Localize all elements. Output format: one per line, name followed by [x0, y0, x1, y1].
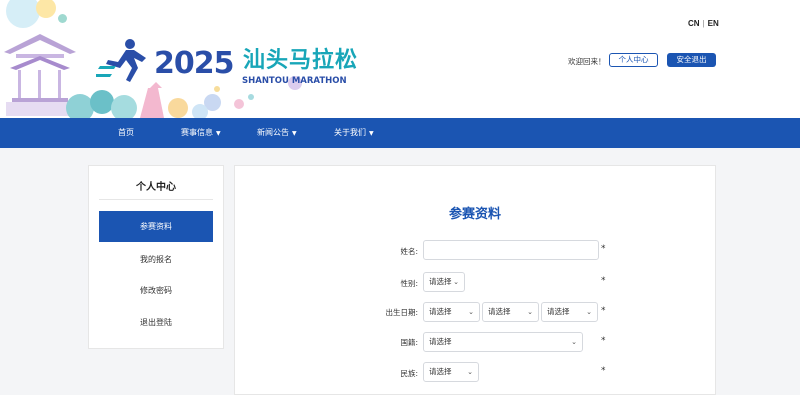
birthdate-label: 出生日期:: [385, 308, 418, 317]
nav-item-event-info[interactable]: 赛事信息 ▼: [181, 118, 221, 148]
gender-select[interactable]: 请选择 ⌄: [423, 272, 465, 292]
nationality-label: 国籍:: [400, 338, 418, 347]
page-title: 参赛资料: [448, 207, 501, 222]
welcome-text: 欢迎回来！: [568, 57, 606, 66]
sidebar-item-logout[interactable]: 退出登陆: [99, 307, 213, 338]
chevron-down-icon: ⌄: [453, 278, 459, 286]
sidebar-item-profile[interactable]: 参赛资料: [99, 211, 213, 242]
birth-month-value: 请选择: [488, 307, 511, 316]
required-mark: *: [601, 366, 606, 376]
nav-item-label: 新闻公告: [257, 128, 289, 137]
site-header: 2025 汕头马拉松 SHANTOU MARATHON CN | EN 欢迎回来！ …: [0, 0, 800, 118]
required-mark: *: [601, 336, 606, 346]
user-center-button[interactable]: 个人中心: [609, 53, 658, 67]
logo-year: 2025: [154, 46, 234, 81]
lang-separator: |: [702, 19, 705, 28]
nationality-select[interactable]: 请选择 ⌄: [423, 332, 583, 352]
ethnicity-label: 民族:: [400, 369, 418, 378]
chevron-down-icon: ⌄: [527, 308, 533, 316]
logo-english-name: SHANTOU MARATHON: [242, 76, 347, 86]
nav-item-label: 赛事信息: [181, 128, 213, 137]
caret-down-icon: ▼: [369, 130, 374, 137]
name-label: 姓名:: [400, 247, 418, 256]
sidebar: 个人中心 参赛资料 我的报名 修改密码 退出登陆: [88, 165, 224, 349]
decor-circle: [6, 0, 40, 28]
birth-year-select[interactable]: 请选择 ⌄: [423, 302, 480, 322]
required-mark: *: [601, 244, 606, 254]
birth-year-value: 请选择: [429, 307, 452, 316]
required-mark: *: [601, 306, 606, 316]
chevron-down-icon: ⌄: [586, 308, 592, 316]
sidebar-title: 个人中心: [136, 182, 176, 193]
chevron-down-icon: ⌄: [571, 338, 577, 346]
name-input[interactable]: [423, 240, 599, 260]
caret-down-icon: ▼: [216, 130, 221, 137]
profile-panel: 参赛资料 姓名: * 性别: 请选择 ⌄ * 出生日期: 请选择 ⌄ 请选择 ⌄ 请选…: [234, 165, 716, 395]
runner-logo-icon: [96, 39, 146, 82]
nav-item-home[interactable]: 首页: [118, 118, 134, 148]
caret-down-icon: ▼: [292, 130, 297, 137]
logo-chinese-name: 汕头马拉松: [243, 48, 359, 73]
gender-label: 性别:: [400, 279, 418, 288]
birth-month-select[interactable]: 请选择 ⌄: [482, 302, 539, 322]
sidebar-item-registrations[interactable]: 我的报名: [99, 244, 213, 275]
decor-circle: [58, 14, 67, 23]
required-mark: *: [601, 276, 606, 286]
nav-item-about[interactable]: 关于我们 ▼: [334, 118, 374, 148]
lang-en-link[interactable]: EN: [708, 19, 719, 28]
nav-item-label: 首页: [118, 128, 134, 137]
nationality-select-value: 请选择: [429, 337, 452, 346]
chevron-down-icon: ⌄: [468, 308, 474, 316]
decor-circle: [36, 0, 56, 18]
ethnicity-select[interactable]: 请选择 ⌄: [423, 362, 479, 382]
nav-item-news[interactable]: 新闻公告 ▼: [257, 118, 297, 148]
chevron-down-icon: ⌄: [467, 368, 473, 376]
sidebar-divider: [99, 199, 213, 200]
ethnicity-select-value: 请选择: [429, 367, 452, 376]
logout-button[interactable]: 安全退出: [667, 53, 716, 67]
gender-select-value: 请选择: [429, 277, 452, 286]
site-logo[interactable]: 2025 汕头马拉松 SHANTOU MARATHON: [96, 36, 357, 96]
lang-cn-link[interactable]: CN: [688, 19, 700, 28]
language-switcher: CN | EN: [688, 19, 719, 28]
nav-item-label: 关于我们: [334, 128, 366, 137]
sidebar-item-change-password[interactable]: 修改密码: [99, 275, 213, 306]
main-nav: 首页 赛事信息 ▼ 新闻公告 ▼ 关于我们 ▼: [0, 118, 800, 148]
birth-day-value: 请选择: [547, 307, 570, 316]
birth-day-select[interactable]: 请选择 ⌄: [541, 302, 598, 322]
